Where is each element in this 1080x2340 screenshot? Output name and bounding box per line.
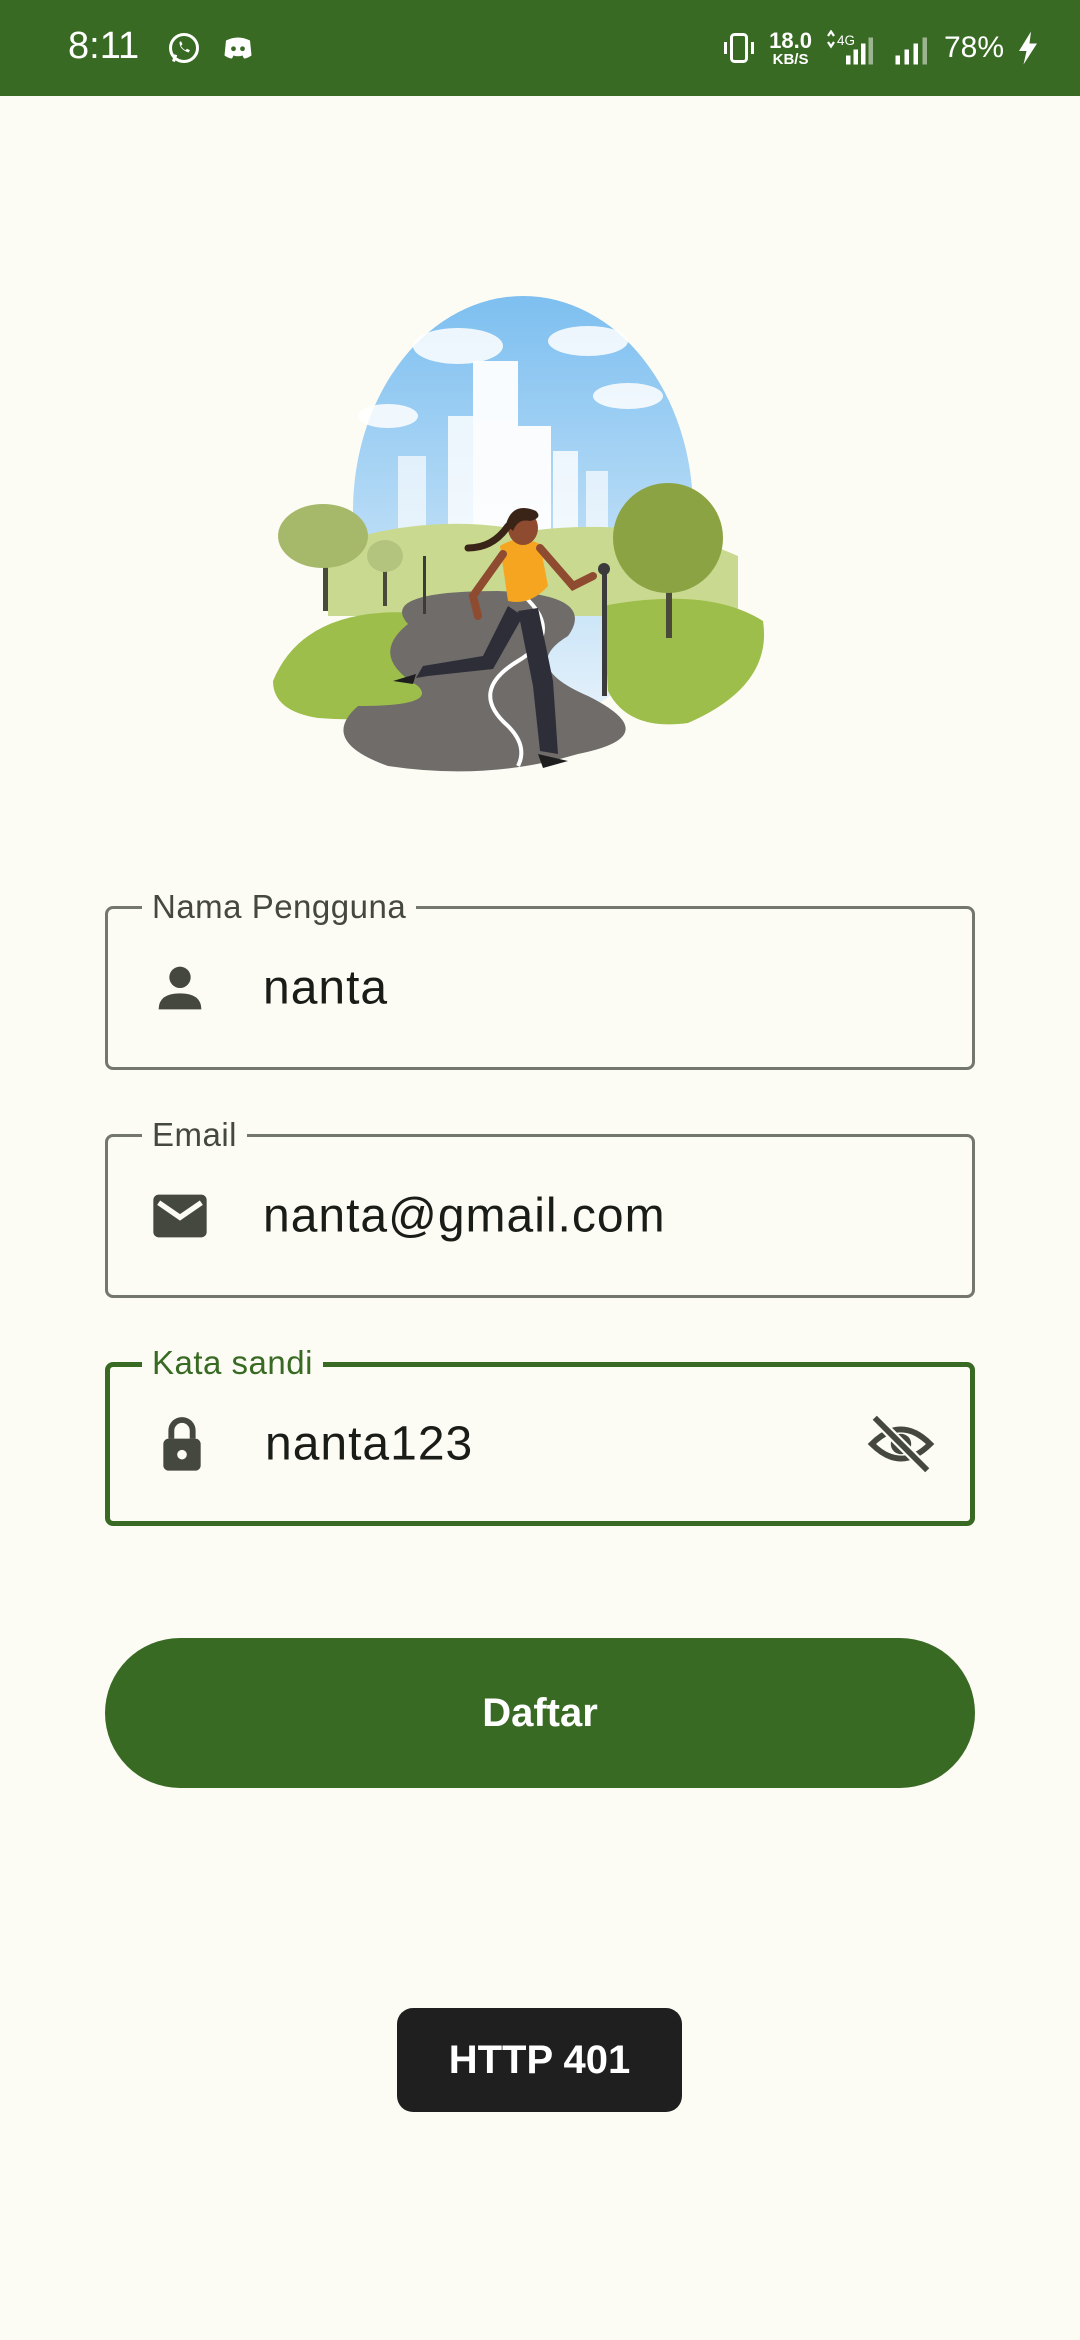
mobile-data-4g-icon: 4G [827,30,873,65]
network-type: 4G [837,33,855,48]
password-label: Kata sandi [142,1343,323,1383]
hero-illustration [273,296,765,772]
charging-icon [1019,31,1037,65]
password-field[interactable]: Kata sandi nanta123 [105,1343,975,1526]
visibility-off-icon[interactable] [866,1409,936,1479]
username-field[interactable]: Nama Pengguna nanta [105,887,975,1070]
email-input[interactable]: nanta@gmail.com [263,1189,666,1244]
net-speed: 18.0 KB/S [769,27,812,68]
email-label: Email [142,1115,248,1155]
person-icon [158,966,202,1010]
net-speed-value: 18.0 [769,27,812,53]
status-indicators: 18.0 KB/S 4G 78% [721,24,1040,72]
register-button[interactable]: Daftar [105,1638,975,1788]
email-field[interactable]: Email nanta@gmail.com [105,1115,975,1298]
whatsapp-icon [169,33,199,63]
net-speed-unit: KB/S [772,50,809,68]
password-input[interactable]: nanta123 [265,1417,473,1472]
grass-right [603,598,765,725]
mail-icon [153,1194,207,1238]
lock-icon [163,1417,201,1471]
status-time: 8:11 [68,25,140,67]
discord-icon [224,37,252,59]
vibrate-icon [724,33,755,63]
toast-message: HTTP 401 [397,2008,682,2112]
username-label: Nama Pengguna [142,887,417,927]
battery-percent: 78% [943,31,1004,64]
username-input[interactable]: nanta [263,961,388,1016]
status-bar: 8:11 18.0 KB/S 4G 78% [0,0,1080,96]
signal-icon [895,37,927,65]
